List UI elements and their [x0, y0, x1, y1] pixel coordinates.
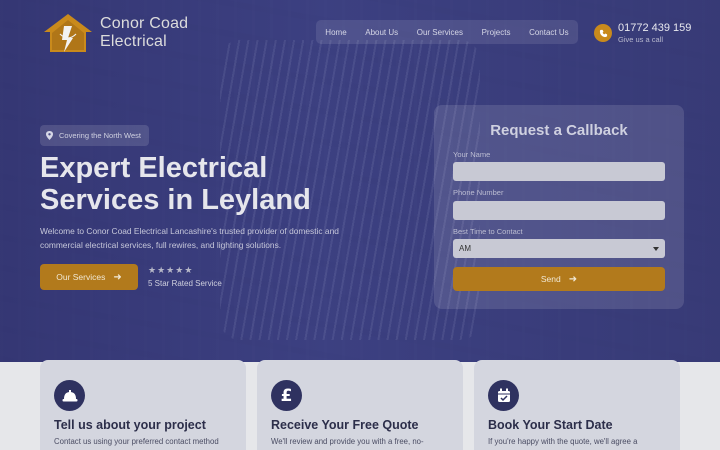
send-button-label: Send: [540, 274, 561, 284]
hero-title: Expert Electrical Services in Leyland: [40, 152, 360, 216]
step-title: Receive Your Free Quote: [271, 418, 419, 432]
calendar-check-icon: [488, 380, 519, 411]
phone-subtext: Give us a call: [618, 35, 664, 44]
phone-icon: [594, 24, 612, 42]
arrow-right-icon: ➜: [113, 271, 122, 283]
nav-projects[interactable]: Projects: [482, 28, 511, 37]
brand-logo[interactable]: Conor Coad Electrical: [42, 12, 188, 54]
star-icon: ★: [175, 265, 184, 275]
star-icon: ★: [184, 265, 193, 275]
brand-name: Conor Coad Electrical: [100, 15, 188, 51]
step-title: Book Your Start Date: [488, 418, 613, 432]
step-title: Tell us about your project: [54, 418, 206, 432]
location-badge-text: Covering the North West: [59, 131, 141, 140]
phone-number: 01772 439 159: [618, 22, 692, 34]
hero-title-line2: Services in Leyland: [40, 184, 311, 216]
brand-name-line2: Electrical: [100, 33, 167, 50]
arrow-right-icon: ➜: [568, 273, 578, 285]
star-icon: ★: [166, 265, 175, 275]
name-label: Your Name: [453, 150, 491, 159]
step-card-start-date: Book Your Start Date If you're happy wit…: [474, 360, 680, 450]
send-button[interactable]: Send ➜: [453, 267, 665, 291]
step-text: If you're happy with the quote, we'll ag…: [488, 437, 638, 446]
callback-form: Request a Callback Your Name Phone Numbe…: [434, 105, 684, 309]
name-input[interactable]: [453, 162, 665, 181]
location-pin-icon: [46, 131, 53, 140]
our-services-button[interactable]: Our Services ➜: [40, 264, 138, 290]
best-time-select[interactable]: AM: [453, 239, 665, 258]
hero-description: Welcome to Conor Coad Electrical Lancash…: [40, 226, 339, 250]
step-text: We'll review and provide you with a free…: [271, 437, 424, 446]
location-badge: Covering the North West: [40, 125, 149, 146]
house-logo-icon: [44, 14, 92, 52]
our-services-button-label: Our Services: [56, 272, 106, 282]
brand-name-line1: Conor Coad: [100, 15, 189, 32]
hero-title-line1: Expert Electrical: [40, 152, 268, 184]
pound-icon: £: [271, 380, 302, 411]
nav-our-services[interactable]: Our Services: [417, 28, 463, 37]
step-text: Contact us using your preferred contact …: [54, 437, 219, 446]
best-time-select-value: AM: [459, 244, 471, 253]
callback-form-title: Request a Callback: [490, 122, 628, 139]
nav-home[interactable]: Home: [325, 28, 346, 37]
step-card-quote: £ Receive Your Free Quote We'll review a…: [257, 360, 463, 450]
chevron-down-icon: [653, 246, 659, 251]
star-icon: ★: [157, 265, 166, 275]
time-label: Best Time to Contact: [453, 227, 523, 236]
rating-stars: ★ ★ ★ ★ ★: [148, 265, 193, 276]
star-icon: ★: [148, 265, 157, 275]
main-nav: Home About Us Our Services Projects Cont…: [316, 20, 578, 44]
phone-input[interactable]: [453, 201, 665, 220]
nav-about-us[interactable]: About Us: [365, 28, 398, 37]
hardhat-icon: [54, 380, 85, 411]
phone-contact[interactable]: 01772 439 159 Give us a call: [594, 22, 691, 44]
nav-contact-us[interactable]: Contact Us: [529, 28, 569, 37]
phone-label: Phone Number: [453, 188, 504, 197]
rating-text: 5 Star Rated Service: [148, 279, 222, 288]
step-card-project: Tell us about your project Contact us us…: [40, 360, 246, 450]
